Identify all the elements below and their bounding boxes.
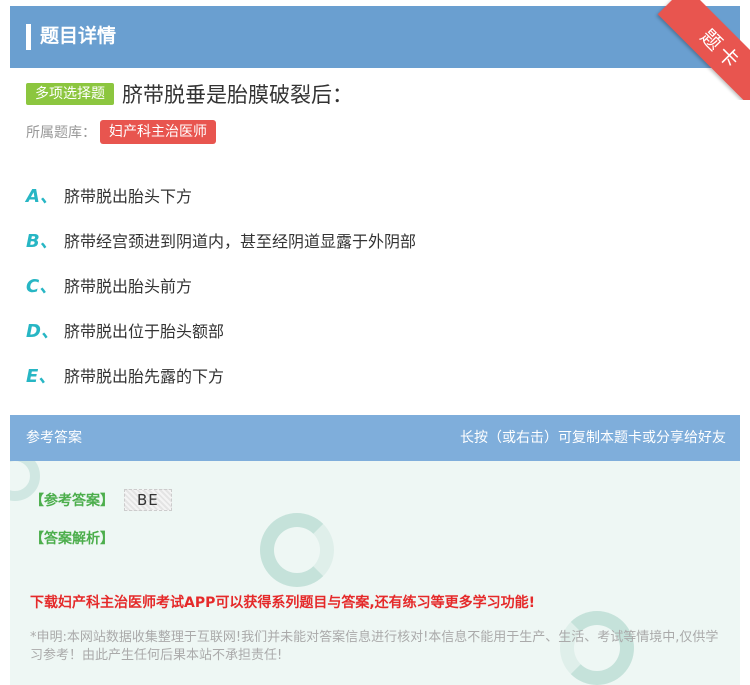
question-bank-row: 所属题库： 妇产科主治医师: [26, 120, 216, 144]
header-accent-bar: [26, 24, 31, 50]
answer-bar-label: 参考答案: [26, 430, 82, 446]
share-hint: 长按（或右击）可复制本题卡或分享给好友: [460, 430, 726, 446]
corner-badge-label: 题卡: [695, 24, 747, 76]
option-letter: B、: [26, 230, 58, 252]
bank-tag[interactable]: 妇产科主治医师: [100, 120, 216, 144]
option-letter: A、: [26, 185, 58, 207]
option-text: 脐带脱出胎头下方: [64, 186, 193, 206]
disclaimer: *申明:本网站数据收集整理于互联网!我们并未能对答案信息进行核对!本信息不能用于…: [30, 630, 719, 663]
watermark-swirl-icon: [260, 513, 334, 587]
answer-panel: 【参考答案】 BE 【答案解析】 下载妇产科主治医师考试APP可以获得系列题目与…: [10, 461, 740, 685]
option-text: 脐带脱出胎先露的下方: [64, 366, 225, 386]
corner-badge: 题卡: [640, 0, 750, 100]
option-d[interactable]: D、 脐带脱出位于胎头额部: [26, 307, 726, 352]
reference-answer-row: 【参考答案】 BE: [30, 489, 172, 511]
question-type-tag: 多项选择题: [26, 83, 114, 105]
analysis-label: 【答案解析】: [30, 531, 114, 547]
page-header: 题目详情: [10, 6, 740, 68]
reference-answer-value: BE: [124, 489, 172, 511]
option-b[interactable]: B、 脐带经宫颈进到阴道内，甚至经阴道显露于外阴部: [26, 217, 726, 262]
reference-answer-label: 【参考答案】: [30, 493, 114, 509]
option-text: 脐带经宫颈进到阴道内，甚至经阴道显露于外阴部: [64, 231, 417, 251]
corner-ribbon: 题卡: [657, 0, 750, 100]
option-letter: E、: [26, 365, 57, 387]
app-promo-link[interactable]: 下载妇产科主治医师考试APP可以获得系列题目与答案,还有练习等更多学习功能!: [30, 592, 535, 612]
question-text: 脐带脱垂是胎膜破裂后：: [122, 83, 353, 107]
option-c[interactable]: C、 脐带脱出胎头前方: [26, 262, 726, 307]
option-letter: C、: [26, 275, 58, 297]
option-text: 脐带脱出胎头前方: [64, 276, 193, 296]
option-e[interactable]: E、 脐带脱出胎先露的下方: [26, 352, 726, 397]
bank-label: 所属题库：: [26, 125, 96, 141]
option-text: 脐带脱出位于胎头额部: [64, 321, 225, 341]
options-list: A、 脐带脱出胎头下方 B、 脐带经宫颈进到阴道内，甚至经阴道显露于外阴部 C、…: [26, 172, 726, 397]
answer-bar: 参考答案 长按（或右击）可复制本题卡或分享给好友: [10, 415, 740, 461]
option-a[interactable]: A、 脐带脱出胎头下方: [26, 172, 726, 217]
option-letter: D、: [26, 320, 59, 342]
question-row: 多项选择题 脐带脱垂是胎膜破裂后：: [26, 80, 353, 108]
page-title: 题目详情: [40, 25, 117, 47]
